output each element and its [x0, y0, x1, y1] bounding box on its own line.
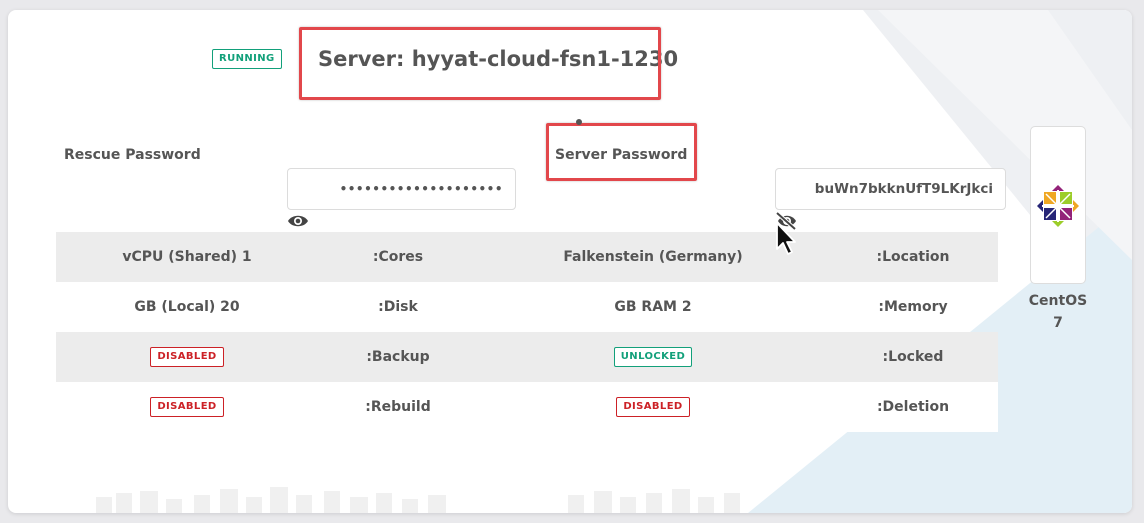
disk-value: GB (Local) 20: [134, 299, 240, 315]
os-version: 7: [1053, 315, 1063, 331]
os-label: CentOS 7: [1020, 290, 1096, 334]
rebuild-status-badge: DISABLED: [150, 397, 224, 417]
rebuild-label: :Rebuild: [365, 399, 431, 415]
backup-label: :Backup: [366, 349, 430, 365]
table-row: vCPU (Shared) 1 :Cores Falkenstein (Germ…: [56, 232, 998, 282]
eye-icon[interactable]: [287, 213, 309, 229]
details-table: vCPU (Shared) 1 :Cores Falkenstein (Germ…: [56, 232, 998, 432]
title-highlight-box: [299, 27, 661, 100]
rebuild-cell: DISABLED: [56, 397, 318, 417]
decorative-bars: [96, 487, 740, 513]
table-row: DISABLED :Rebuild DISABLED :Deletion: [56, 382, 998, 432]
backup-cell: DISABLED: [56, 347, 318, 367]
backup-status-badge: DISABLED: [150, 347, 224, 367]
rescue-password-label: Rescue Password: [64, 147, 201, 163]
mouse-cursor-icon: [776, 222, 796, 255]
deletion-cell: DISABLED: [478, 397, 828, 417]
disk-label: :Disk: [378, 299, 418, 315]
server-password-highlight-box: [546, 123, 697, 181]
cores-label: :Cores: [372, 249, 424, 265]
table-row: DISABLED :Backup UNLOCKED :Locked: [56, 332, 998, 382]
os-card[interactable]: [1030, 126, 1086, 284]
locked-cell: UNLOCKED: [478, 347, 828, 367]
os-name: CentOS: [1028, 293, 1088, 309]
locked-status-badge: UNLOCKED: [613, 347, 693, 367]
status-badge: RUNNING: [212, 49, 282, 69]
deletion-status-badge: DISABLED: [616, 397, 690, 417]
server-password-field[interactable]: buWn7bkknUfT9LKrJkci: [775, 168, 1006, 210]
cores-value: vCPU (Shared) 1: [122, 249, 252, 265]
rescue-password-field[interactable]: ••••••••••••••••••••: [287, 168, 516, 210]
deletion-label: :Deletion: [876, 399, 950, 415]
table-row: GB (Local) 20 :Disk GB RAM 2 :Memory: [56, 282, 998, 332]
tooltip-dot: [576, 119, 582, 125]
centos-logo: [1037, 185, 1079, 227]
memory-label: :Memory: [878, 299, 948, 315]
locked-label: :Locked: [882, 349, 944, 365]
memory-value: GB RAM 2: [614, 299, 692, 315]
location-label: :Location: [876, 249, 950, 265]
